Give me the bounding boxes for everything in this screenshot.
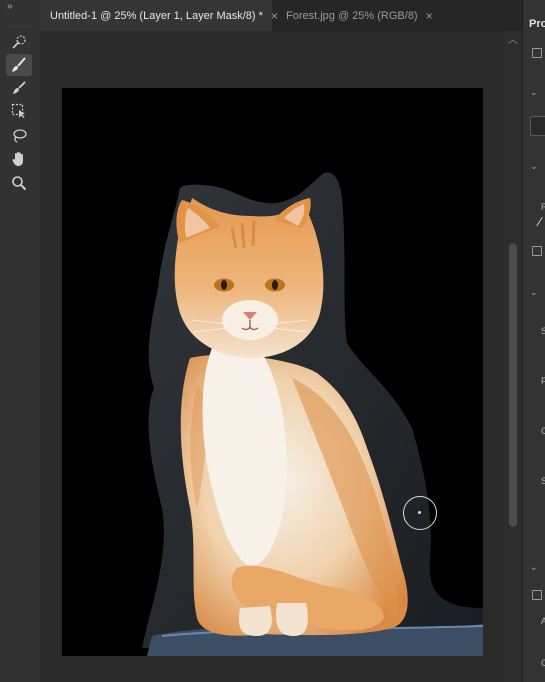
collapse-panel-icon[interactable]: »	[7, 2, 21, 12]
tab-label: Forest.jpg @ 25% (RGB/8)	[286, 9, 418, 22]
panel-field[interactable]	[530, 116, 545, 136]
brush-icon[interactable]	[6, 54, 32, 76]
vertical-scrollbar[interactable]: ︿	[504, 31, 522, 682]
chevron-down-icon[interactable]: ⌄	[530, 88, 540, 97]
scrollbar-thumb[interactable]	[509, 243, 517, 527]
panel-title: Prop	[529, 18, 545, 30]
close-tab-icon[interactable]: ×	[271, 9, 278, 23]
brush-cursor	[403, 496, 437, 530]
canvas-workspace[interactable]	[40, 31, 504, 682]
tab-forest[interactable]: Forest.jpg @ 25% (RGB/8) ×	[278, 0, 438, 31]
panel-checkbox[interactable]	[532, 590, 542, 600]
cat-image	[142, 172, 483, 656]
panel-label: F	[541, 376, 545, 386]
panel-label: R	[541, 202, 545, 212]
panel-checkbox[interactable]	[532, 48, 542, 58]
chevron-down-icon[interactable]: ⌄	[530, 162, 540, 171]
lasso-icon[interactable]	[6, 125, 32, 147]
eraser-brush-icon[interactable]	[6, 77, 32, 99]
document-canvas[interactable]	[62, 88, 483, 656]
chevron-down-icon[interactable]: ⌄	[530, 563, 540, 572]
tab-label: Untitled-1 @ 25% (Layer 1, Layer Mask/8)…	[50, 9, 263, 22]
panel-label: A	[541, 616, 545, 626]
panel-value: ⁄	[539, 214, 542, 229]
quick-selection-icon[interactable]	[6, 31, 32, 53]
chevron-down-icon[interactable]: ⌄	[530, 288, 540, 297]
properties-panel: Prop ⌄ ⌄ R ⁄ ⌄ S F C S ⌄ A C	[522, 0, 545, 682]
toolbar-divider	[8, 26, 32, 27]
object-selection-icon[interactable]	[6, 100, 32, 122]
panel-checkbox[interactable]	[532, 246, 542, 256]
panel-label: S	[541, 326, 545, 336]
hand-icon[interactable]	[6, 148, 32, 170]
tools-panel: »	[0, 0, 41, 682]
zoom-icon[interactable]	[6, 172, 32, 194]
panel-label: C	[541, 426, 545, 436]
document-tab-bar: Untitled-1 @ 25% (Layer 1, Layer Mask/8)…	[40, 0, 522, 32]
tab-untitled-1[interactable]: Untitled-1 @ 25% (Layer 1, Layer Mask/8)…	[40, 0, 278, 31]
panel-label: C	[541, 658, 545, 668]
panel-label: S	[541, 476, 545, 486]
scroll-up-arrow-icon[interactable]: ︿	[508, 36, 518, 46]
close-tab-icon[interactable]: ×	[426, 9, 433, 23]
